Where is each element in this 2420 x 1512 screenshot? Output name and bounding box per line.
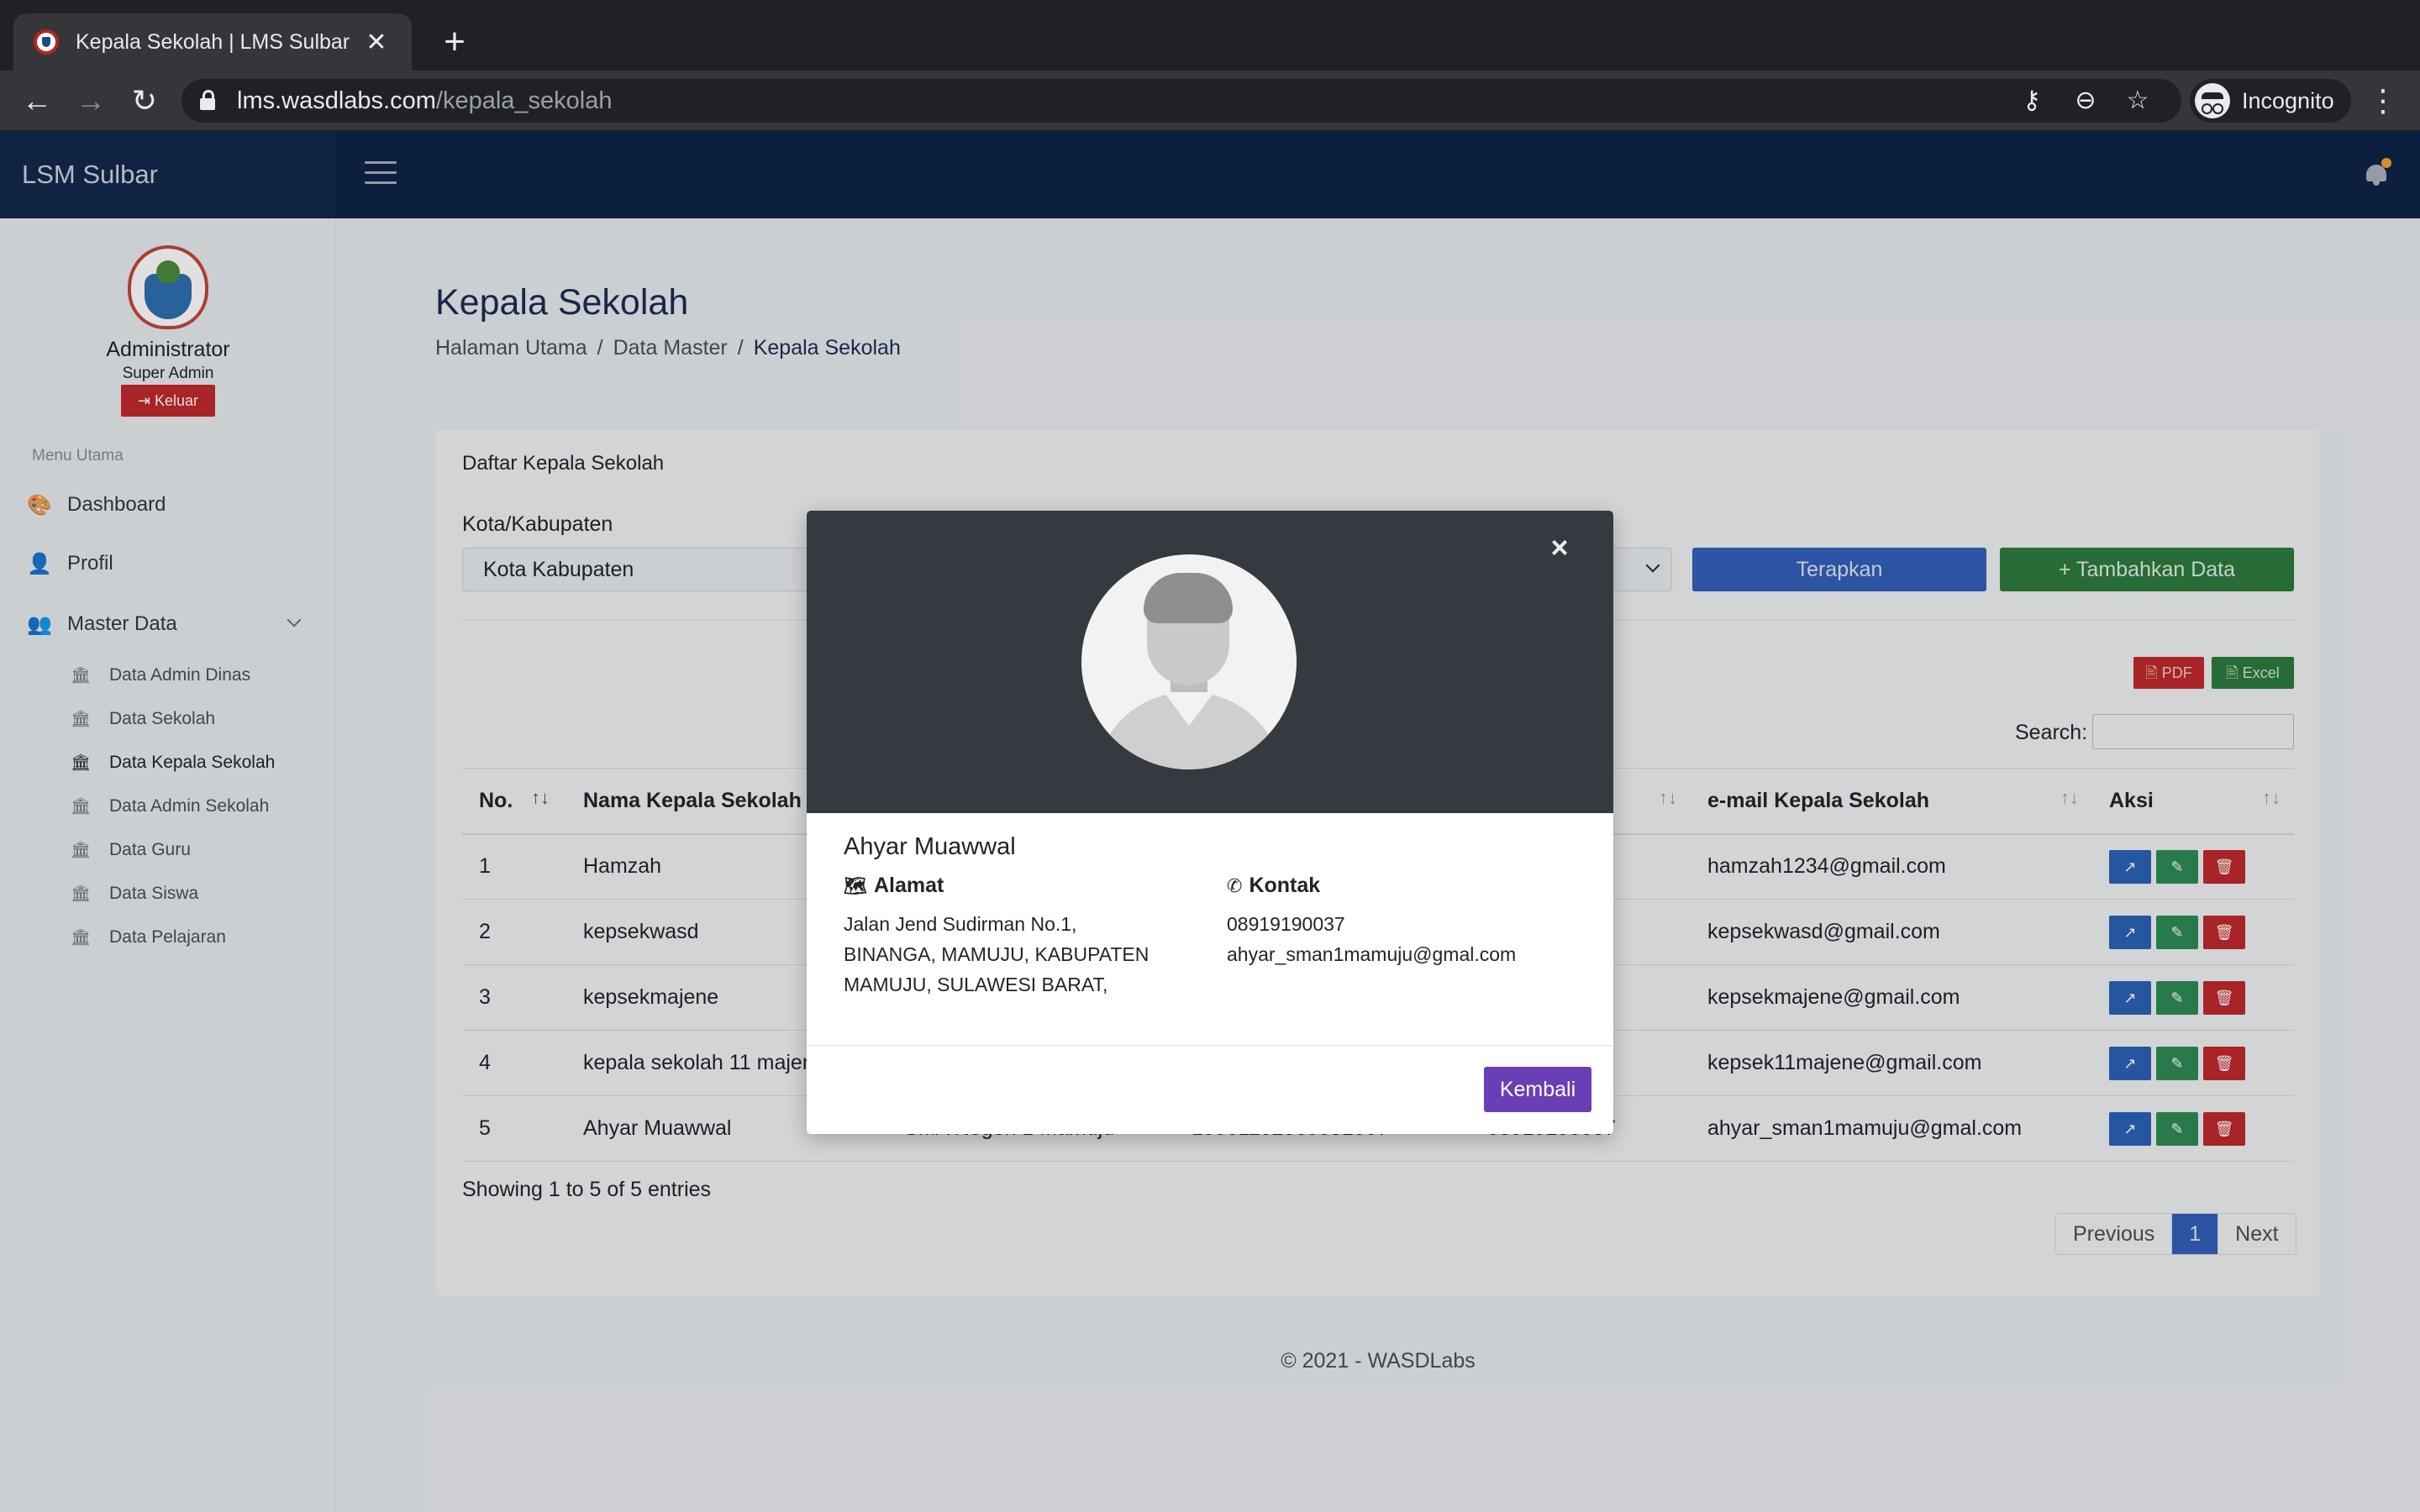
alamat-line: MAMUJU, SULAWESI BARAT, bbox=[844, 974, 1108, 995]
tab-close-icon[interactable]: ✕ bbox=[361, 28, 392, 57]
map-icon: 🗺 bbox=[844, 874, 867, 896]
incognito-label: Incognito bbox=[2242, 87, 2334, 113]
url-path: /kepala_sekolah bbox=[435, 87, 613, 114]
alamat-line: BINANGA, MAMUJU, KABUPATEN bbox=[844, 943, 1150, 965]
avatar bbox=[1081, 554, 1297, 769]
back-button[interactable]: Kembali bbox=[1484, 1067, 1591, 1112]
alamat-line: Jalan Jend Sudirman No.1, bbox=[844, 913, 1077, 935]
new-tab-button[interactable]: + bbox=[435, 18, 474, 66]
alamat-label: Alamat bbox=[873, 874, 944, 897]
incognito-icon bbox=[2195, 83, 2230, 118]
detail-modal: × Ahyar Muawwal 🗺 Alamat Jalan Jend Sudi… bbox=[807, 511, 1613, 1134]
zoom-icon[interactable]: ⊖ bbox=[2070, 86, 2101, 116]
browser-toolbar: ← → ↻ lms.wasdlabs.com /kepala_sekolah ⚷… bbox=[0, 71, 2420, 131]
url-host: lms.wasdlabs.com bbox=[237, 87, 436, 114]
tab-title: Kepala Sekolah | LMS Sulbar bbox=[76, 29, 350, 54]
reload-button[interactable]: ↻ bbox=[123, 79, 166, 123]
kontak-email: ahyar_sman1mamuju@gmal.com bbox=[1227, 943, 1517, 965]
kontak-label: Kontak bbox=[1249, 874, 1321, 897]
address-bar[interactable]: lms.wasdlabs.com /kepala_sekolah ⚷ ⊖ ☆ bbox=[182, 79, 2181, 123]
modal-name: Ahyar Muawwal bbox=[844, 833, 1016, 860]
forward-button[interactable]: → bbox=[69, 79, 113, 123]
modal-divider bbox=[807, 1045, 1613, 1046]
alamat-heading: 🗺 Alamat bbox=[844, 874, 944, 898]
kontak-heading: ✆ Kontak bbox=[1227, 874, 1320, 898]
browser-tabbar: Kepala Sekolah | LMS Sulbar ✕ + bbox=[0, 0, 2420, 71]
bookmark-star-icon[interactable]: ☆ bbox=[2123, 86, 2153, 116]
back-button[interactable]: ← bbox=[15, 79, 59, 123]
favicon-icon bbox=[34, 29, 59, 55]
browser-tab[interactable]: Kepala Sekolah | LMS Sulbar ✕ bbox=[13, 13, 412, 71]
modal-header: × bbox=[807, 511, 1613, 813]
close-icon[interactable]: × bbox=[1544, 533, 1575, 563]
incognito-indicator[interactable]: Incognito bbox=[2190, 79, 2351, 123]
kontak-phone: 08919190037 bbox=[1227, 913, 1345, 935]
lock-icon bbox=[200, 90, 215, 110]
key-icon[interactable]: ⚷ bbox=[2017, 86, 2047, 116]
browser-menu-icon[interactable]: ⋮ bbox=[2366, 79, 2400, 123]
phone-icon: ✆ bbox=[1227, 874, 1243, 896]
